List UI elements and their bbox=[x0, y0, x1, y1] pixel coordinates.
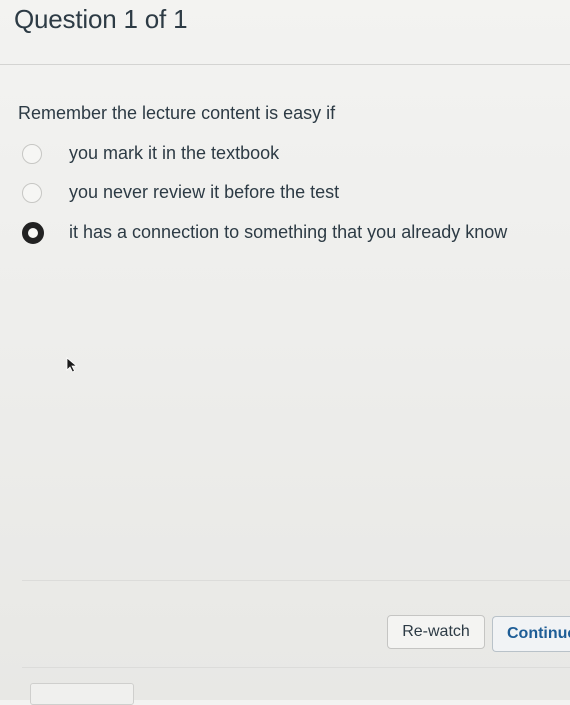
radio-button-selected[interactable] bbox=[22, 222, 44, 244]
mouse-pointer-icon bbox=[66, 357, 78, 378]
answer-option-2[interactable]: you never review it before the test bbox=[22, 179, 542, 209]
answer-option-label: it has a connection to something that yo… bbox=[69, 222, 508, 242]
rewatch-button[interactable]: Re-watch bbox=[387, 615, 485, 649]
radio-button[interactable] bbox=[22, 183, 42, 203]
radio-button[interactable] bbox=[22, 144, 42, 164]
answer-option-3[interactable]: it has a connection to something that yo… bbox=[22, 219, 542, 249]
continue-button[interactable]: Continue bbox=[492, 616, 570, 652]
question-title: Question 1 of 1 bbox=[14, 4, 188, 34]
bottom-panel bbox=[30, 683, 134, 705]
answer-option-label: you never review it before the test bbox=[69, 182, 340, 202]
question-header: Question 1 of 1 bbox=[0, 0, 570, 65]
question-prompt: Remember the lecture content is easy if bbox=[18, 103, 336, 123]
answer-option-1[interactable]: you mark it in the textbook bbox=[22, 140, 542, 170]
answer-option-label: you mark it in the textbook bbox=[69, 143, 280, 163]
footer-bar bbox=[22, 580, 570, 668]
